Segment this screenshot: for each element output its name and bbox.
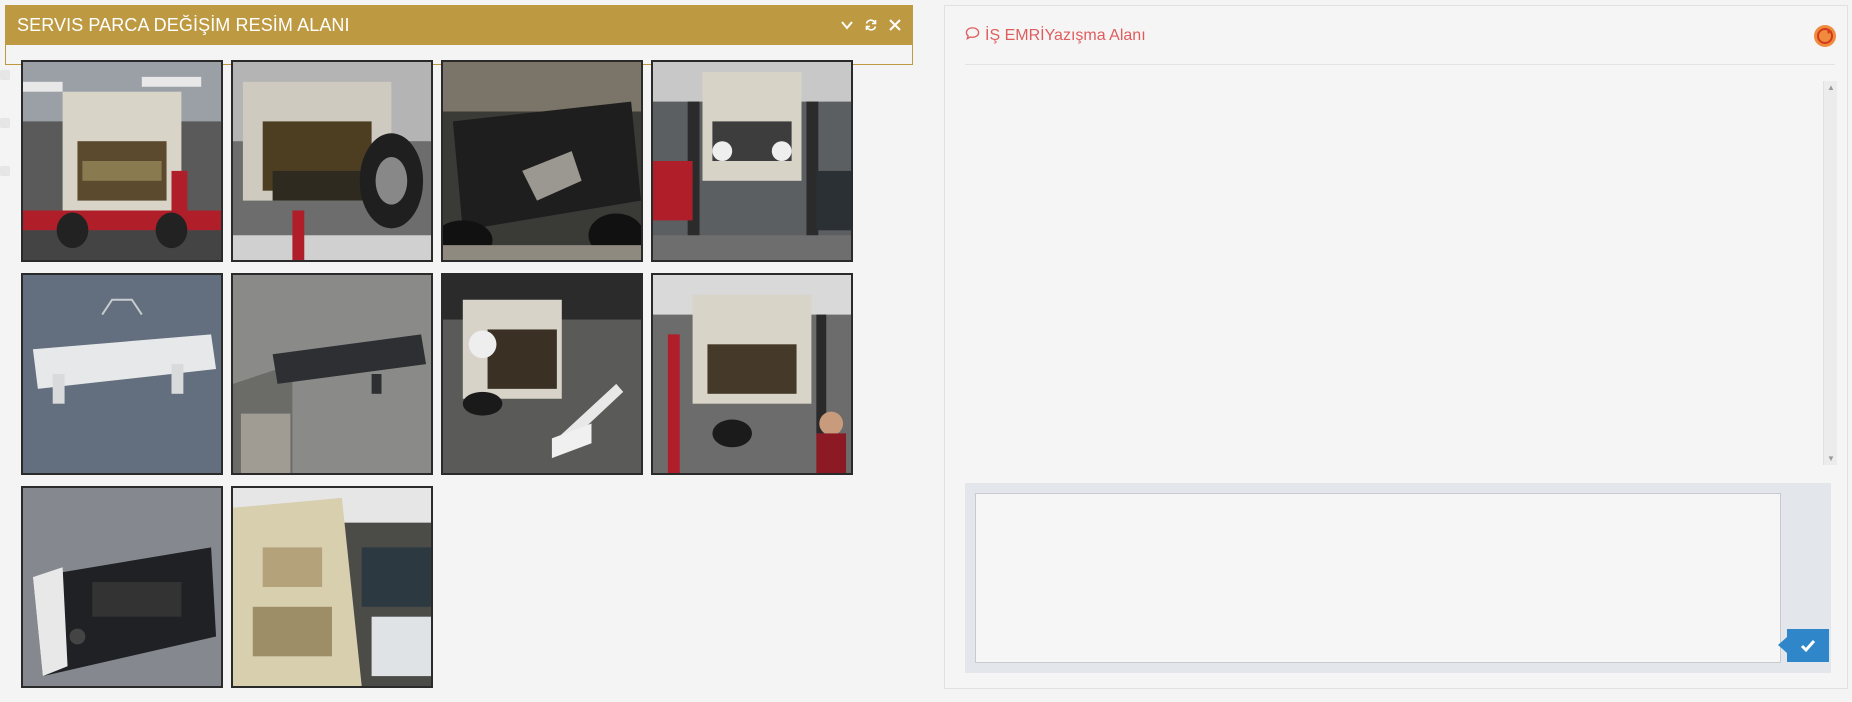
send-button[interactable]	[1778, 629, 1829, 662]
refresh-button[interactable]	[1813, 24, 1837, 48]
comment-icon	[965, 26, 980, 46]
compose-area	[965, 483, 1831, 673]
photo-underbody-closeup[interactable]	[441, 60, 643, 262]
photo-car-on-lift-mechanic[interactable]	[651, 273, 853, 475]
image-panel-header: SERVIS PARCA DEĞİŞİM RESİM ALANI	[5, 5, 913, 45]
photo-car-front-removed-parts[interactable]	[441, 273, 643, 475]
photo-engine-bay-closeup[interactable]	[231, 486, 433, 688]
image-gallery	[21, 60, 853, 688]
photo-car-front-on-lift[interactable]	[21, 60, 223, 262]
messaging-title-text: İŞ EMRİYazışma Alanı	[985, 27, 1146, 44]
refresh-icon[interactable]	[863, 17, 879, 33]
message-list: ▲ ▼	[965, 81, 1837, 465]
title-divider	[965, 64, 1835, 65]
chevron-down-icon[interactable]	[839, 17, 855, 33]
photo-black-front-bumper[interactable]	[21, 486, 223, 688]
photo-black-bumper-beam[interactable]	[231, 273, 433, 475]
check-icon	[1800, 639, 1816, 652]
message-scrollbar[interactable]: ▲ ▼	[1823, 81, 1837, 465]
background-sidebar-ghost	[0, 70, 12, 214]
scroll-up-icon[interactable]: ▲	[1827, 83, 1835, 92]
photo-car-underside-lift[interactable]	[231, 60, 433, 262]
image-panel-title: SERVIS PARCA DEĞİŞİM RESİM ALANI	[17, 14, 350, 35]
messaging-panel: İŞ EMRİYazışma Alanı ▲ ▼	[944, 5, 1848, 689]
photo-car-on-lift-workshop[interactable]	[651, 60, 853, 262]
photo-white-bumper-beam[interactable]	[21, 273, 223, 475]
message-input[interactable]	[975, 493, 1781, 663]
image-panel: SERVIS PARCA DEĞİŞİM RESİM ALANI	[0, 0, 920, 702]
close-icon[interactable]	[887, 17, 903, 33]
messaging-panel-title: İŞ EMRİYazışma Alanı	[965, 26, 1146, 46]
scroll-down-icon[interactable]: ▼	[1827, 454, 1835, 463]
